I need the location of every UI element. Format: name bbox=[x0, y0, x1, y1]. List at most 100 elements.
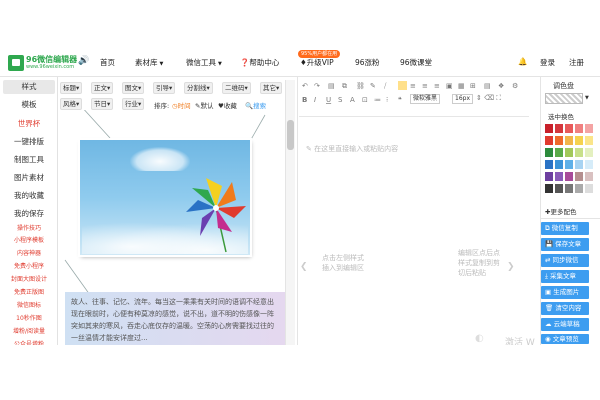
color-swatch[interactable] bbox=[555, 160, 563, 169]
filter-qrcode[interactable]: 二维码▾ bbox=[222, 82, 251, 94]
color-swatch[interactable] bbox=[565, 136, 573, 145]
sort-favorites[interactable]: ♥收藏 bbox=[218, 100, 237, 110]
nav-help[interactable]: ❓帮助中心 bbox=[240, 57, 279, 68]
sidebar-link[interactable]: 小程序模板 bbox=[0, 235, 58, 244]
color-swatch[interactable] bbox=[555, 136, 563, 145]
color-swatch[interactable] bbox=[565, 124, 573, 133]
generate-image-button[interactable]: ▣ 生成图片 bbox=[541, 286, 589, 299]
article-preview-button[interactable]: ◉ 文章预览 bbox=[541, 334, 589, 344]
speaker-icon[interactable]: 🔊 bbox=[78, 56, 89, 66]
nav-vip[interactable]: ♦升级VIP bbox=[300, 57, 334, 68]
sidebar-link[interactable]: 增粉/阅读量 bbox=[0, 326, 58, 335]
generate-image-label: 生成图片 bbox=[553, 288, 580, 296]
color-swatch[interactable] bbox=[565, 160, 573, 169]
wechat-copy-button[interactable]: ⧉ 微信复制 bbox=[541, 222, 589, 235]
filter-imagetext[interactable]: 图文▾ bbox=[122, 82, 145, 94]
nav-login[interactable]: 登录 bbox=[540, 57, 555, 68]
sidebar-link[interactable]: 操作技巧 bbox=[0, 223, 58, 232]
color-swatch[interactable] bbox=[575, 160, 583, 169]
sort-time[interactable]: ◷时间 bbox=[172, 100, 191, 110]
filter-style[interactable]: 风格▾ bbox=[60, 98, 83, 110]
nav-home[interactable]: 首页 bbox=[100, 57, 115, 68]
nav-classroom[interactable]: 96微课堂 bbox=[400, 57, 432, 68]
color-swatch[interactable] bbox=[545, 184, 553, 193]
nav-fans[interactable]: 96涨粉 bbox=[355, 57, 380, 68]
site-logo[interactable]: 96微信编辑器 www.96weixin.com bbox=[8, 54, 78, 72]
filter-guide[interactable]: 引导▾ bbox=[153, 82, 176, 94]
color-swatch[interactable] bbox=[555, 172, 563, 181]
sidebar-link[interactable]: 免费正版图 bbox=[0, 287, 58, 296]
sort-default[interactable]: ✎默认 bbox=[195, 100, 213, 110]
filter-industry[interactable]: 行业▾ bbox=[122, 98, 145, 110]
sidebar-link[interactable]: 10秒作图 bbox=[0, 313, 58, 322]
template-scrollbar[interactable] bbox=[285, 80, 295, 345]
color-swatch[interactable] bbox=[545, 136, 553, 145]
color-swatch[interactable] bbox=[585, 184, 593, 193]
search-icon: 🔍 bbox=[245, 102, 254, 110]
color-preview[interactable] bbox=[545, 93, 583, 104]
color-swatch[interactable] bbox=[585, 148, 593, 157]
sidebar-item-world-cup[interactable]: 世界杯 bbox=[0, 118, 58, 129]
sync-wechat-button[interactable]: ⇄ 同步微信 bbox=[541, 254, 589, 267]
more-colors[interactable]: ✚更多配色 bbox=[545, 206, 576, 216]
color-swatch[interactable] bbox=[565, 148, 573, 157]
nav-material[interactable]: 素材库 ▼ bbox=[135, 57, 163, 68]
sidebar-item-favorites[interactable]: 我的收藏 bbox=[0, 190, 58, 201]
nav-register[interactable]: 注册 bbox=[569, 57, 584, 68]
cloud-draft-button[interactable]: ☁ 云端草稿 bbox=[541, 318, 589, 331]
sidebar-link[interactable]: 内容神器 bbox=[0, 248, 58, 257]
sidebar-link[interactable]: 微信图标 bbox=[0, 300, 58, 309]
collect-article-button[interactable]: ⤓ 采集文章 bbox=[541, 270, 589, 283]
collect-article-label: 采集文章 bbox=[549, 272, 576, 280]
scroll-thumb[interactable] bbox=[287, 120, 294, 150]
color-swatch[interactable] bbox=[585, 136, 593, 145]
chevron-down-icon[interactable]: ▼ bbox=[585, 95, 589, 101]
svg-text:⧸: ⧸ bbox=[384, 82, 387, 90]
svg-text:❝: ❝ bbox=[398, 96, 402, 104]
color-swatch[interactable] bbox=[545, 172, 553, 181]
nav-tools[interactable]: 微信工具 ▼ bbox=[186, 57, 222, 68]
color-swatch[interactable] bbox=[555, 148, 563, 157]
color-swatch-grid[interactable] bbox=[543, 122, 595, 200]
filter-body[interactable]: 正文▾ bbox=[91, 82, 114, 94]
color-swatch[interactable] bbox=[555, 124, 563, 133]
save-article-label: 保存文章 bbox=[555, 240, 582, 248]
font-family-select[interactable]: 微软雅黑 bbox=[410, 94, 441, 104]
color-swatch[interactable] bbox=[545, 160, 553, 169]
color-swatch[interactable] bbox=[545, 124, 553, 133]
filter-divider[interactable]: 分割线▾ bbox=[184, 82, 213, 94]
bell-icon[interactable]: 🔔 bbox=[518, 57, 527, 66]
filter-title[interactable]: 标题▾ bbox=[60, 82, 83, 94]
image-icon: ▣ bbox=[545, 288, 554, 296]
cloud-icon: ☁ bbox=[545, 320, 554, 328]
color-swatch[interactable] bbox=[575, 172, 583, 181]
color-swatch[interactable] bbox=[575, 124, 583, 133]
sidebar-item-make-image[interactable]: 制图工具 bbox=[0, 154, 58, 165]
color-swatch[interactable] bbox=[555, 184, 563, 193]
color-swatch[interactable] bbox=[575, 148, 583, 157]
sidebar-item-template[interactable]: 模板 bbox=[0, 99, 58, 110]
filter-other[interactable]: 其它▾ bbox=[260, 82, 283, 94]
sidebar-item-style[interactable]: 样式 bbox=[3, 80, 55, 94]
sidebar-item-saved[interactable]: 我的保存 bbox=[0, 208, 58, 219]
editor-toolbar-extra[interactable]: ⇕ ⌫ ⛶ bbox=[476, 94, 501, 103]
filter-festival[interactable]: 节日▾ bbox=[91, 98, 114, 110]
sidebar-item-one-click[interactable]: 一键排版 bbox=[0, 136, 58, 147]
color-swatch[interactable] bbox=[575, 184, 583, 193]
color-swatch[interactable] bbox=[565, 172, 573, 181]
color-swatch[interactable] bbox=[545, 148, 553, 157]
clear-content-label: 清空内容 bbox=[555, 304, 582, 312]
sidebar-item-image-material[interactable]: 图片素材 bbox=[0, 172, 58, 183]
clear-content-button[interactable]: 🗑 清空内容 bbox=[541, 302, 589, 315]
color-swatch[interactable] bbox=[565, 184, 573, 193]
search-button[interactable]: 🔍搜索 bbox=[245, 100, 266, 110]
sidebar-link[interactable]: 封面大图设计 bbox=[0, 274, 58, 283]
template-text[interactable]: 故人、往事、记忆、流年。每当这一乘乘有关时间的语调不经意出现在眼前时，心便有种莫… bbox=[65, 292, 285, 345]
color-swatch[interactable] bbox=[575, 136, 583, 145]
font-size-select[interactable]: 16px bbox=[452, 94, 473, 104]
save-article-button[interactable]: 💾 保存文章 bbox=[541, 238, 589, 251]
color-swatch[interactable] bbox=[585, 160, 593, 169]
sidebar-link[interactable]: 免费小程序 bbox=[0, 261, 58, 270]
color-swatch[interactable] bbox=[585, 172, 593, 181]
color-swatch[interactable] bbox=[585, 124, 593, 133]
